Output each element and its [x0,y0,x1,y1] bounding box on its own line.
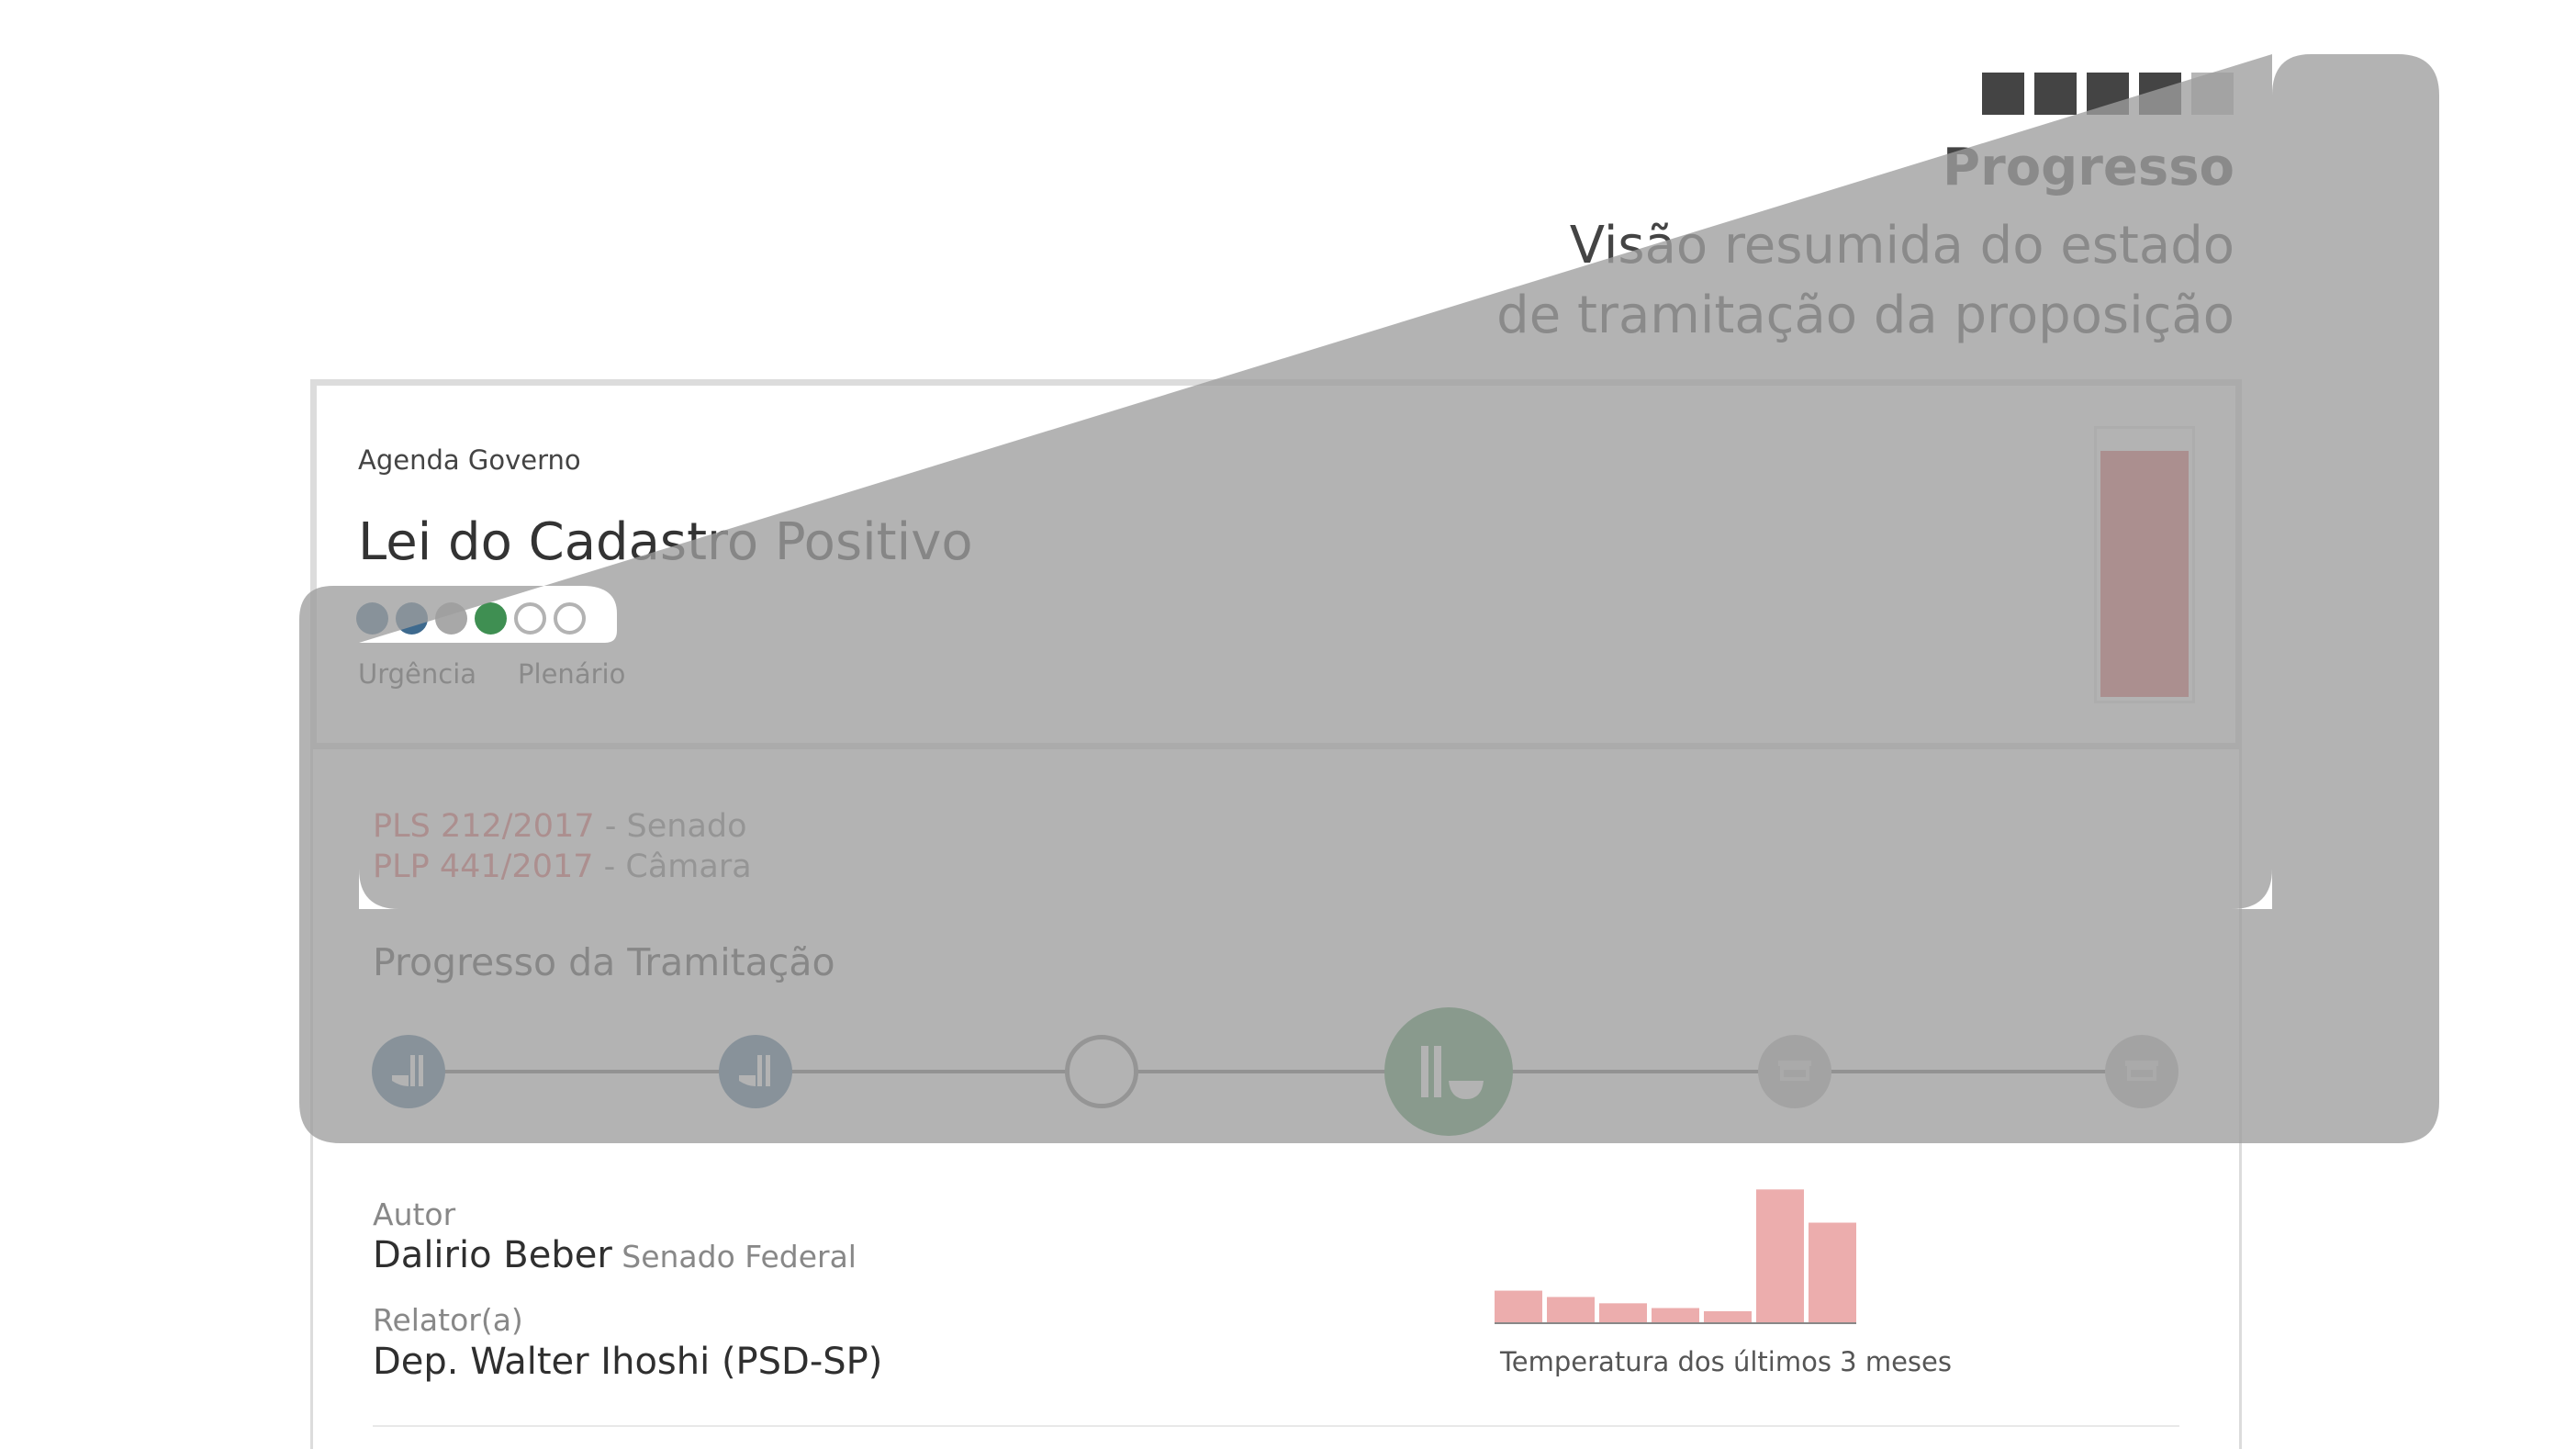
progress-square [2087,73,2129,115]
rapporteur-name: Dep. Walter Ihoshi (PSD-SP) [373,1341,883,1383]
legend-subtitle-line1: Visão resumida do estado [1569,216,2234,275]
author-name: Dalirio Beber Senado Federal [373,1234,857,1276]
status-dot [356,602,388,635]
status-dot [514,602,546,635]
progress-square [2034,73,2077,115]
proposition-house: - Senado [594,808,747,845]
author-label: Autor [373,1196,456,1232]
status-dot [475,602,507,635]
temperature-bar [1599,1303,1647,1322]
legend-subtitle: Visão resumida do estado de tramitação d… [1496,211,2234,351]
timeline-line [409,1070,2139,1073]
status-label-urgency: Urgência [358,658,477,690]
proposition-list: PLS 212/2017 - Senado PLP 441/2017 - Câm… [373,806,752,887]
timeline-node-future[interactable] [1758,1035,1831,1108]
timeline-node-future[interactable] [2105,1035,2178,1108]
list-item[interactable]: PLP 441/2017 - Câmara [373,847,752,887]
proposition-house: - Câmara [593,848,752,885]
progress-square [2139,73,2181,115]
proposition-title[interactable]: Lei do Cadastro Positivo [358,512,973,572]
status-dot [396,602,428,635]
chamber-icon [1421,1046,1484,1099]
temperature-gauge-fill [2100,451,2189,697]
progress-square [1982,73,2024,115]
rapporteur-label: Relator(a) [373,1302,523,1338]
proposition-code[interactable]: PLS 212/2017 [373,808,595,845]
section-title: Progresso da Tramitação [373,940,835,984]
temperature-bar [1652,1308,1699,1322]
temperature-chart [1495,1189,1856,1324]
status-dot [435,602,467,635]
author-org: Senado Federal [611,1239,857,1275]
temperature-bar [1495,1290,1542,1322]
committee-icon [2125,1061,2158,1081]
temperature-bar [1756,1189,1804,1322]
proposition-code[interactable]: PLP 441/2017 [373,848,594,885]
committee-icon [1778,1061,1811,1081]
chamber-icon [739,1055,770,1086]
divider [373,1425,2179,1427]
status-labels: Urgência Plenário [358,658,625,690]
author-name-text: Dalirio Beber [373,1234,612,1276]
progress-square [2191,73,2234,115]
list-item[interactable]: PLS 212/2017 - Senado [373,806,752,847]
temperature-bar [1704,1310,1752,1322]
timeline-node-done[interactable] [372,1035,445,1108]
status-dot [554,602,586,635]
agenda-label: Agenda Governo [358,444,581,476]
status-dots [356,602,586,635]
status-label-plenary: Plenário [518,658,626,690]
chamber-icon [392,1055,423,1086]
temperature-bar [1809,1222,1856,1322]
progress-squares [1982,73,2234,115]
timeline-node-done[interactable] [719,1035,792,1108]
timeline-node-current[interactable] [1384,1007,1513,1136]
temperature-bar [1547,1297,1595,1322]
temperature-caption: Temperatura dos últimos 3 meses [1500,1346,1952,1377]
timeline-node-pending[interactable] [1065,1035,1138,1108]
legend-subtitle-line2: de tramitação da proposição [1496,286,2234,345]
temperature-gauge [2094,426,2195,703]
legend-title: Progresso [1943,138,2234,197]
